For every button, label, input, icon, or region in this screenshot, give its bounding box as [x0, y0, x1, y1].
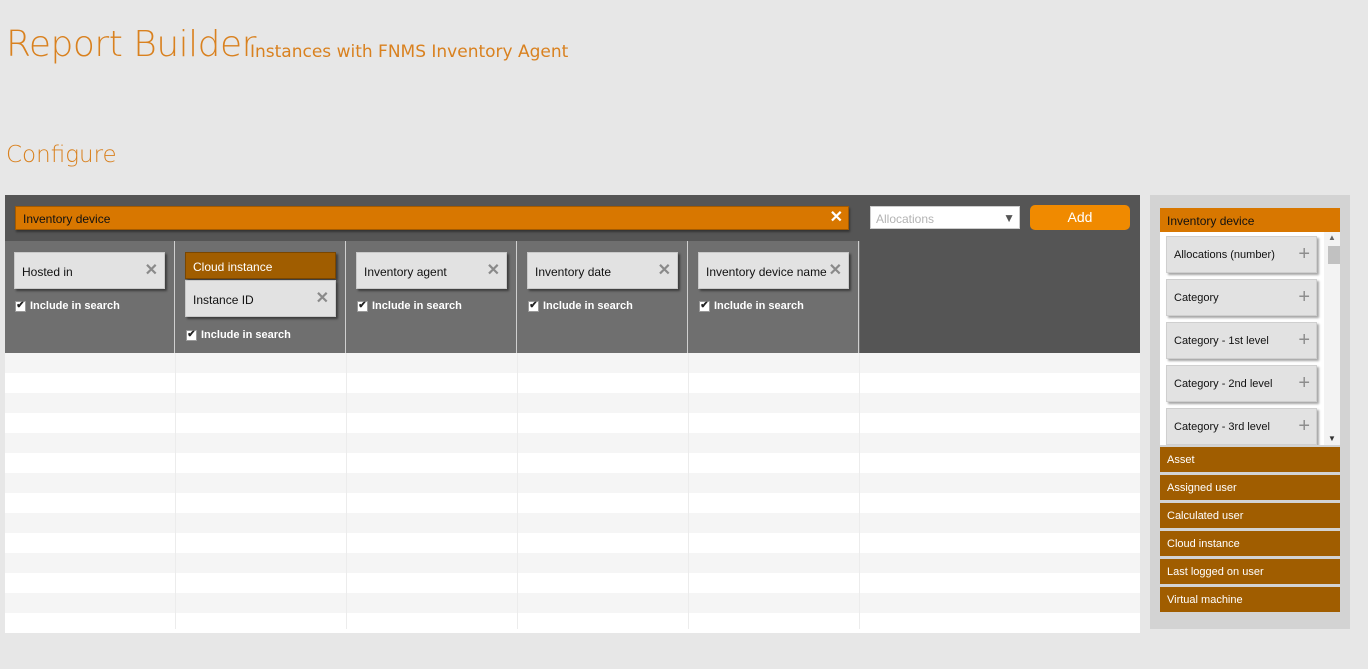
related-object-label: Calculated user [1167, 510, 1244, 522]
include-in-search[interactable]: ✔ Include in search [186, 329, 291, 341]
property-label: Category - 3rd level [1174, 421, 1270, 433]
report-column: Inventory agent ✕ ✔ Include in search [347, 241, 517, 353]
field-card[interactable]: Inventory date ✕ [527, 252, 678, 289]
related-object-item[interactable]: Virtual machine [1160, 587, 1340, 613]
close-icon[interactable]: ✕ [830, 210, 843, 226]
include-label: Include in search [201, 329, 291, 341]
property-item[interactable]: Category + [1166, 279, 1317, 316]
field-label: Instance ID [193, 293, 254, 307]
chevron-down-icon[interactable]: ▼ [1003, 211, 1015, 225]
add-button[interactable]: Add [1030, 205, 1130, 230]
related-object-item[interactable]: Last logged on user [1160, 559, 1340, 585]
plus-icon[interactable]: + [1298, 416, 1310, 436]
column-divider [175, 353, 176, 629]
plus-icon[interactable]: + [1298, 330, 1310, 350]
results-grid [5, 353, 1140, 633]
property-label: Category [1174, 292, 1219, 304]
close-icon[interactable]: ✕ [487, 263, 500, 279]
property-item[interactable]: Category - 1st level + [1166, 322, 1317, 359]
related-object-item[interactable]: Asset [1160, 447, 1340, 473]
include-in-search[interactable]: ✔ Include in search [528, 300, 633, 312]
related-object-item[interactable]: Cloud instance [1160, 531, 1340, 557]
plus-icon[interactable]: + [1298, 373, 1310, 393]
object-properties-panel: Inventory device Allocations (number) + … [1150, 195, 1350, 629]
report-column: Inventory device name ✕ ✔ Include in sea… [689, 241, 859, 353]
report-columns: Hosted in ✕ ✔ Include in search Cloud in… [5, 241, 860, 353]
section-title: Configure [6, 142, 117, 168]
field-label: Inventory device name [706, 265, 827, 279]
field-card[interactable]: Hosted in ✕ [14, 252, 165, 289]
include-checkbox[interactable]: ✔ [15, 300, 26, 312]
field-card[interactable]: Inventory agent ✕ [356, 252, 507, 289]
add-object-select-value: Allocations [876, 212, 935, 226]
scroll-up-icon[interactable]: ▲ [1328, 233, 1336, 242]
page-subtitle: Instances with FNMS Inventory Agent [250, 42, 569, 62]
related-object-label: Cloud instance [1167, 538, 1240, 550]
include-in-search[interactable]: ✔ Include in search [15, 300, 120, 312]
include-label: Include in search [543, 300, 633, 312]
close-icon[interactable]: ✕ [829, 263, 842, 279]
related-object-item[interactable]: Calculated user [1160, 503, 1340, 529]
column-divider [688, 353, 689, 629]
include-checkbox[interactable]: ✔ [357, 300, 368, 312]
plus-icon[interactable]: + [1298, 287, 1310, 307]
panel-header: Inventory device [1160, 208, 1340, 232]
include-checkbox[interactable]: ✔ [699, 300, 710, 312]
include-label: Include in search [372, 300, 462, 312]
field-card[interactable]: Inventory device name ✕ [698, 252, 849, 289]
property-item[interactable]: Category - 2nd level + [1166, 365, 1317, 402]
property-item[interactable]: Allocations (number) + [1166, 236, 1317, 273]
close-icon[interactable]: ✕ [658, 263, 671, 279]
related-object-label: Last logged on user [1167, 566, 1264, 578]
property-label: Category - 2nd level [1174, 378, 1273, 390]
report-column: Hosted in ✕ ✔ Include in search [5, 241, 175, 353]
plus-icon[interactable]: + [1298, 244, 1310, 264]
column-divider [346, 353, 347, 629]
related-object-label: Virtual machine [1167, 594, 1243, 606]
parent-object-tag: Cloud instance [185, 252, 336, 279]
related-object-label: Asset [1167, 454, 1195, 466]
field-label: Inventory agent [364, 265, 447, 279]
field-label: Inventory date [535, 265, 612, 279]
column-divider [517, 353, 518, 629]
close-icon[interactable]: ✕ [145, 263, 158, 279]
related-object-label: Assigned user [1167, 482, 1237, 494]
panel-header-label: Inventory device [1167, 214, 1255, 228]
column-divider [859, 353, 860, 629]
property-list: Allocations (number) + Category + Catego… [1160, 232, 1340, 445]
close-icon[interactable]: ✕ [316, 291, 329, 307]
report-builder-area: Inventory device ✕ Hosted in ✕ ✔ Include… [5, 195, 1140, 353]
include-in-search[interactable]: ✔ Include in search [699, 300, 804, 312]
page-title: Report Builder [6, 24, 256, 65]
property-label: Category - 1st level [1174, 335, 1269, 347]
parent-object-label: Cloud instance [193, 260, 273, 274]
property-item[interactable]: Category - 3rd level + [1166, 408, 1317, 445]
report-column: Cloud instance Instance ID ✕ ✔ Include i… [176, 241, 346, 353]
include-label: Include in search [30, 300, 120, 312]
include-in-search[interactable]: ✔ Include in search [357, 300, 462, 312]
include-checkbox[interactable]: ✔ [528, 300, 539, 312]
include-label: Include in search [714, 300, 804, 312]
related-object-item[interactable]: Assigned user [1160, 475, 1340, 501]
property-label: Allocations (number) [1174, 249, 1275, 261]
add-object-select[interactable]: Allocations ▼ [870, 206, 1020, 229]
field-card[interactable]: Instance ID ✕ [185, 280, 336, 317]
field-label: Hosted in [22, 265, 73, 279]
property-list-scrollbar[interactable]: ▲ ▼ [1324, 232, 1340, 445]
include-checkbox[interactable]: ✔ [186, 329, 197, 341]
root-object-label: Inventory device [23, 212, 111, 226]
root-object-bar: Inventory device ✕ [15, 206, 849, 230]
report-column: Inventory date ✕ ✔ Include in search [518, 241, 688, 353]
scroll-down-icon[interactable]: ▼ [1328, 434, 1336, 443]
scrollbar-thumb[interactable] [1328, 246, 1340, 264]
